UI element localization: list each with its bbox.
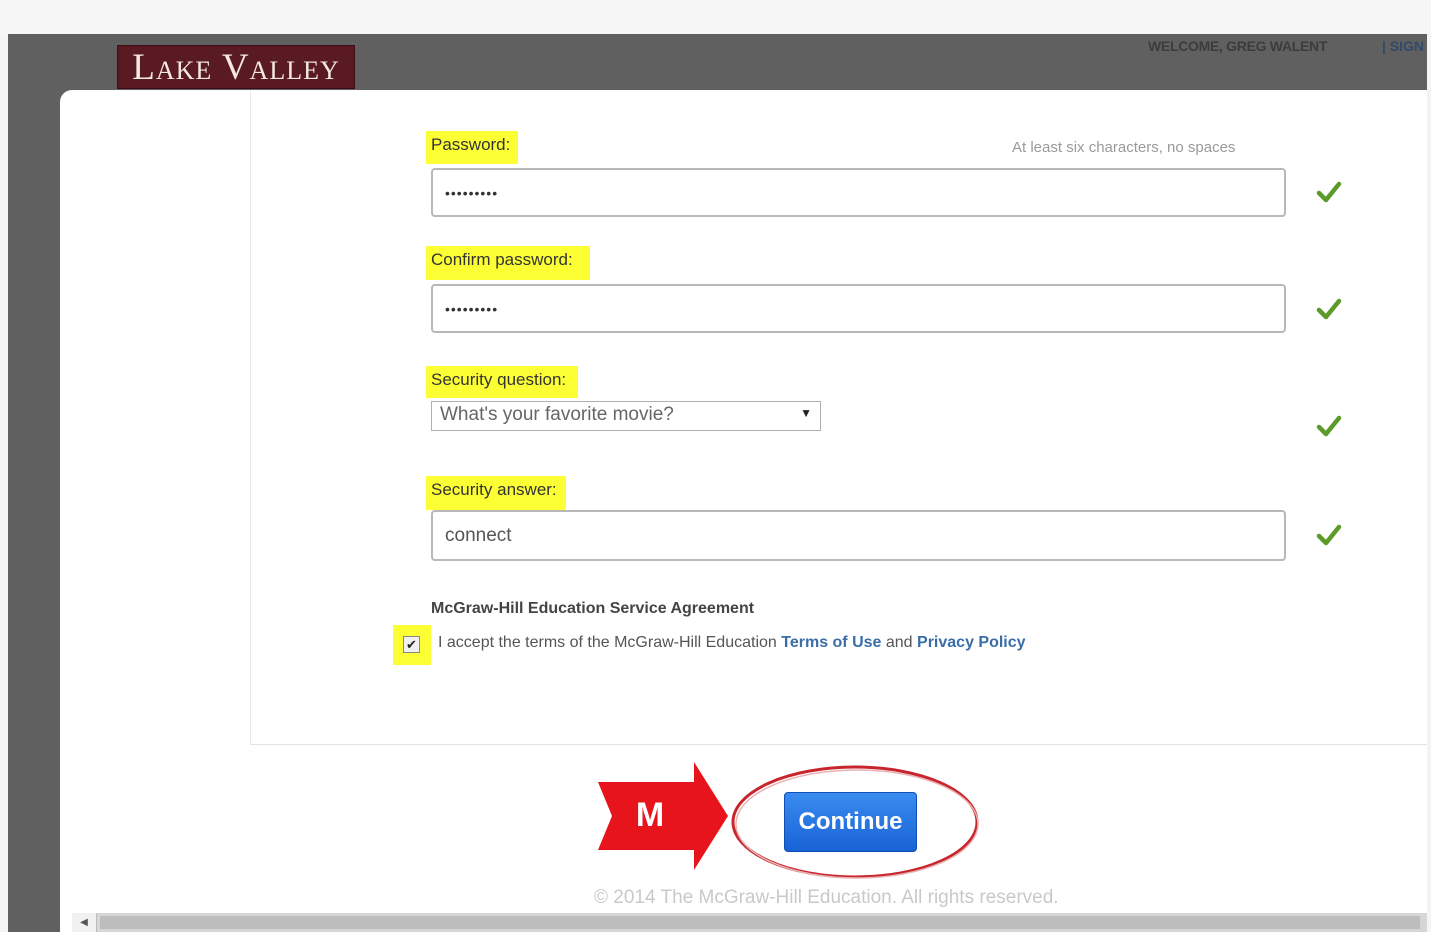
accept-terms-checkbox[interactable]: ✔ bbox=[403, 636, 420, 653]
accept-terms-text: I accept the terms of the McGraw-Hill Ed… bbox=[438, 634, 1026, 652]
caret-down-icon[interactable]: ▼ bbox=[800, 406, 812, 420]
horizontal-scrollbar[interactable]: ◀ bbox=[72, 913, 1427, 932]
security-question-selected: What's your favorite movie? bbox=[440, 404, 674, 425]
continue-button[interactable]: Continue bbox=[784, 792, 917, 852]
accept-terms-prefix: I accept the terms of the McGraw-Hill Ed… bbox=[438, 634, 782, 651]
accept-terms-highlight: ✔ bbox=[393, 625, 431, 665]
sign-out-link[interactable]: | SIGN bbox=[1382, 38, 1424, 54]
service-agreement-title: McGraw-Hill Education Service Agreement bbox=[431, 600, 755, 617]
chevron-left-icon[interactable]: ◀ bbox=[72, 913, 97, 932]
confirm-password-label: Confirm password: bbox=[426, 246, 590, 280]
accept-terms-and: and bbox=[881, 634, 918, 651]
password-valid-checkmark-icon bbox=[1316, 181, 1342, 203]
confirm-password-valid-checkmark-icon bbox=[1316, 298, 1342, 320]
security-question-select[interactable]: What's your favorite movie? ▼ bbox=[431, 401, 821, 431]
password-hint: At least six characters, no spaces bbox=[1012, 139, 1236, 156]
security-question-valid-checkmark-icon bbox=[1316, 415, 1342, 437]
confirm-password-input[interactable] bbox=[431, 284, 1286, 333]
terms-of-use-link[interactable]: Terms of Use bbox=[781, 634, 881, 651]
password-input[interactable] bbox=[431, 168, 1286, 217]
annotation-arrow-icon: M bbox=[598, 762, 728, 870]
privacy-policy-link[interactable]: Privacy Policy bbox=[917, 634, 1026, 651]
security-answer-label: Security answer: bbox=[426, 476, 566, 510]
welcome-text: WELCOME, GREG WALENT bbox=[1148, 38, 1328, 54]
copyright-footer: © 2014 The McGraw-Hill Education. All ri… bbox=[594, 887, 1059, 908]
browser-top-strip bbox=[0, 0, 1431, 34]
password-label: Password: bbox=[426, 131, 518, 164]
annotation-marker-letter: M bbox=[636, 796, 664, 834]
security-question-label: Security question: bbox=[426, 366, 578, 398]
security-answer-input[interactable] bbox=[431, 510, 1286, 561]
scrollbar-thumb[interactable] bbox=[100, 916, 1420, 929]
security-answer-valid-checkmark-icon bbox=[1316, 524, 1342, 546]
lake-valley-logo[interactable]: Lake Valley bbox=[117, 45, 355, 89]
